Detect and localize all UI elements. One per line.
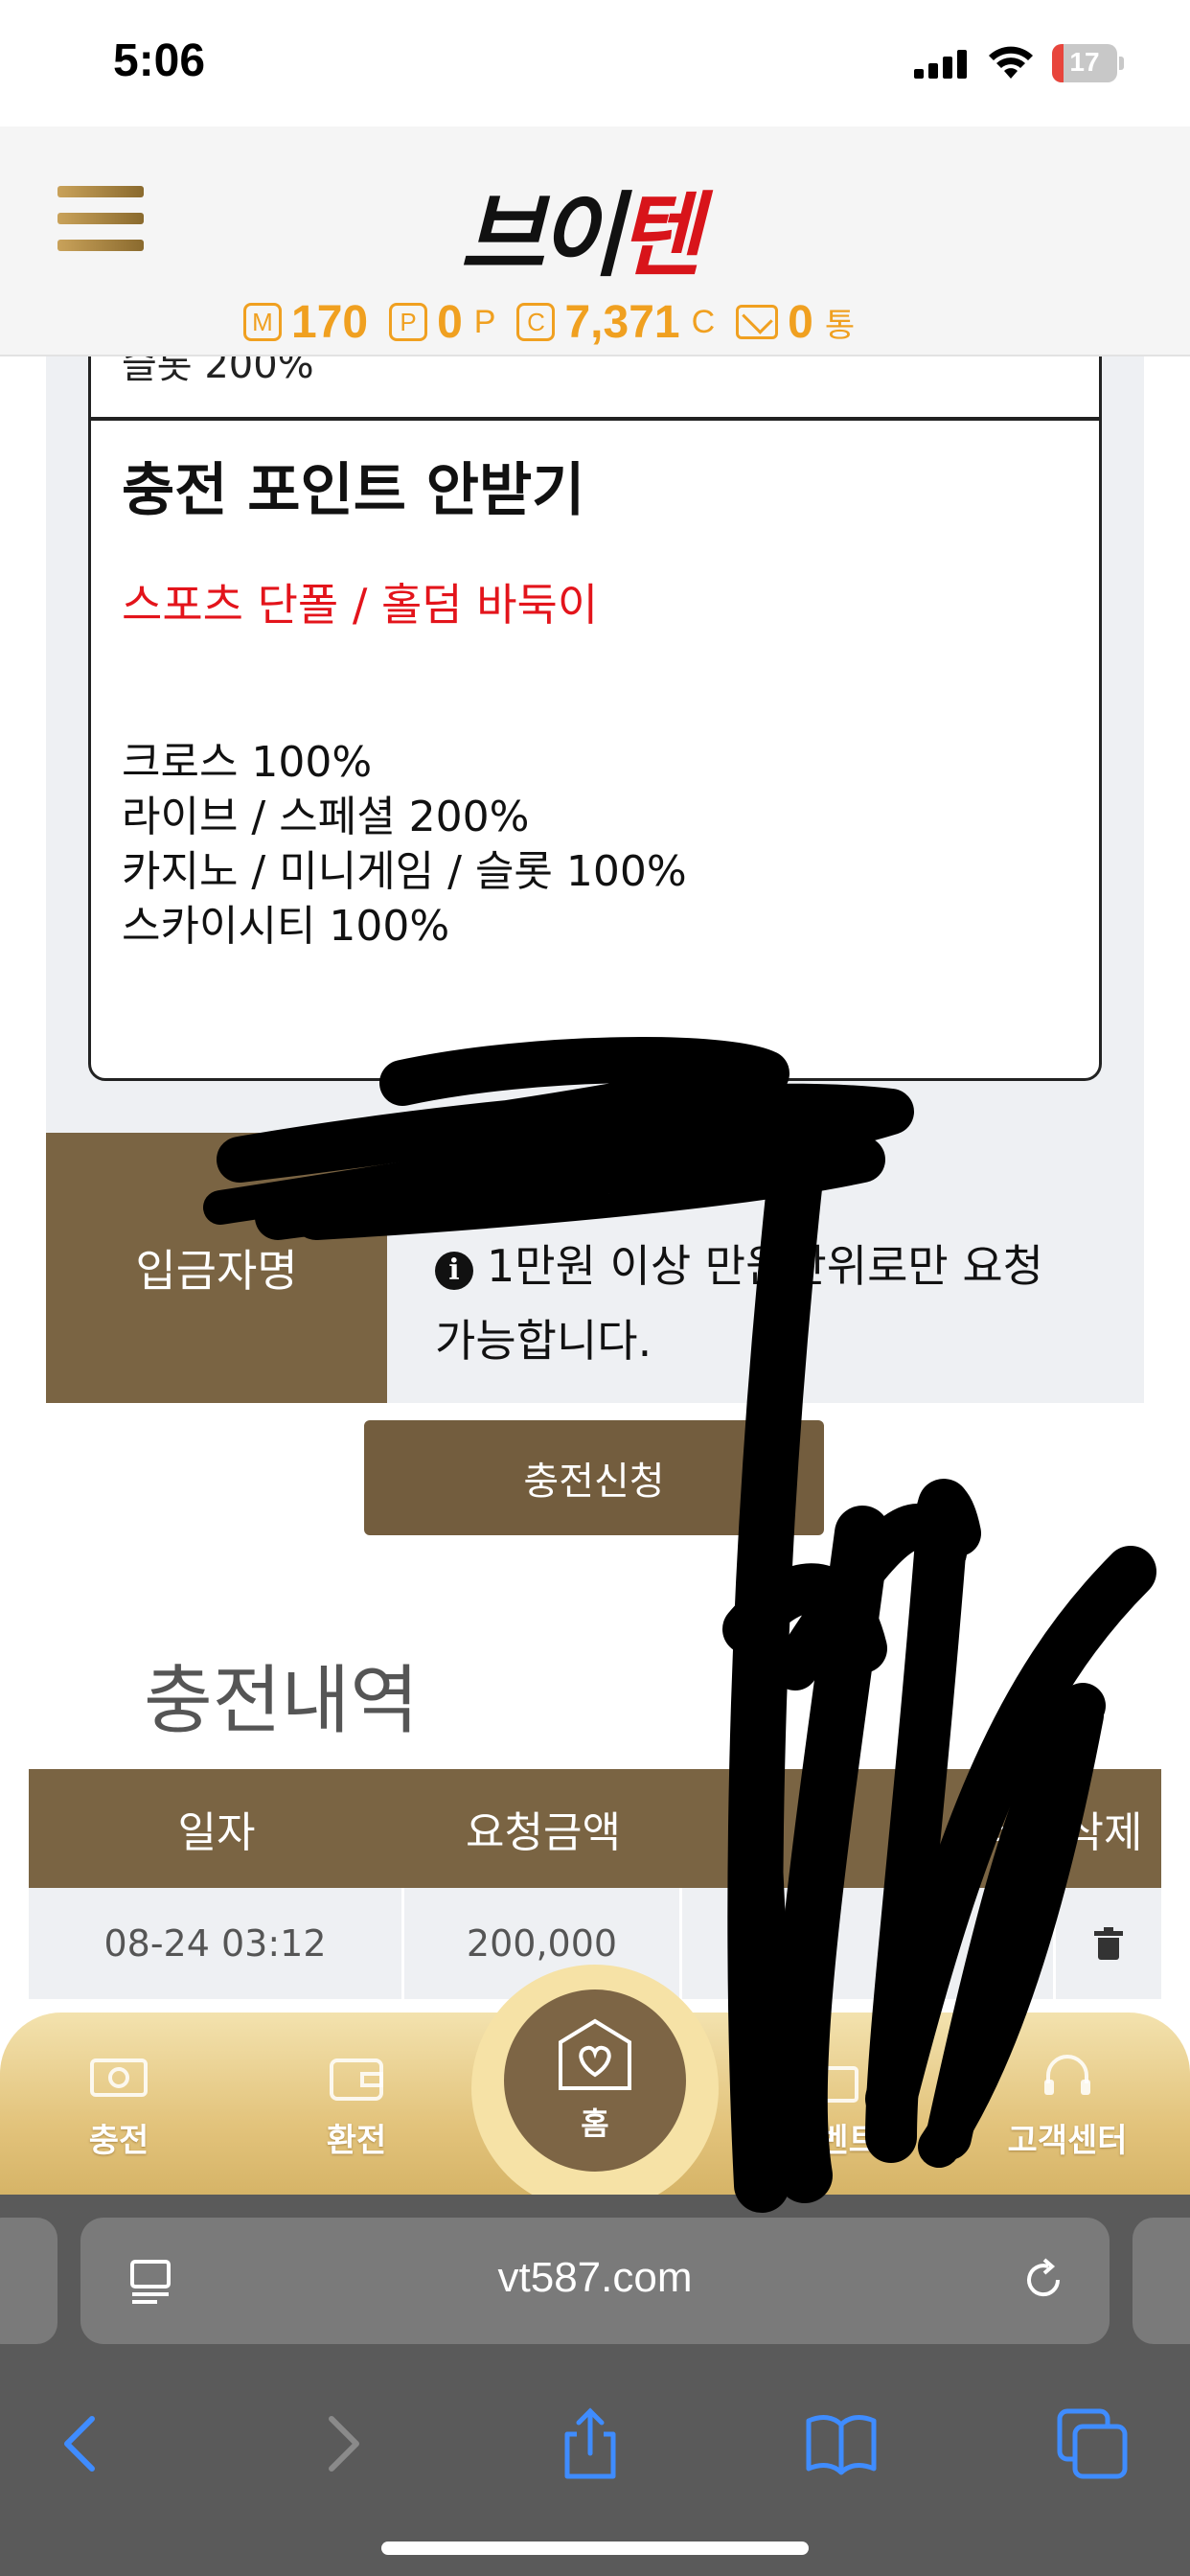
row-date: 08-24 03:12 xyxy=(29,1888,404,1999)
bonus-option-subtitle: 스포츠 단폴 / 홀덤 바둑이 xyxy=(122,579,599,631)
history-table-header: 일자 요청금액 태 삭제 xyxy=(29,1769,1161,1888)
cellular-signal-icon xyxy=(914,50,968,79)
nav-exchange[interactable]: 환전 xyxy=(280,2051,433,2175)
bonus-option-card[interactable]: 충전 포인트 안받기 스포츠 단폴 / 홀덤 바둑이 크로스 100% 라이브 … xyxy=(88,418,1102,1081)
nav-home-label: 홈 xyxy=(581,2105,609,2142)
nav-support[interactable]: 고객센터 xyxy=(991,2051,1144,2175)
point-value: 0 xyxy=(437,296,463,348)
nav-home[interactable]: 홈 xyxy=(504,1990,686,2172)
depositor-note-line1: 1만원 이상 만원단위로만 요청 xyxy=(487,1240,1043,1292)
message-unit: 통 xyxy=(824,307,856,344)
gift-icon xyxy=(803,2051,864,2104)
nav-charge[interactable]: 충전 xyxy=(42,2051,195,2175)
money-m-icon: M xyxy=(243,303,282,341)
next-tab-peek[interactable] xyxy=(1133,2218,1190,2344)
forward-icon[interactable] xyxy=(303,2405,379,2482)
row-delete[interactable] xyxy=(1056,1888,1161,1999)
hamburger-menu-icon[interactable] xyxy=(57,186,144,261)
message-value: 0 xyxy=(788,296,813,348)
url-text: vt587.com xyxy=(497,2254,693,2301)
bonus-line: 크로스 100% xyxy=(122,738,373,787)
reload-icon[interactable] xyxy=(1019,2256,1067,2304)
back-icon[interactable] xyxy=(46,2405,123,2482)
depositor-note: i 1만원 이상 만원단위로만 요청 가능합니다. xyxy=(435,1229,1125,1378)
coin-unit: C xyxy=(691,303,716,340)
site-logo[interactable]: 브이텐 xyxy=(460,161,728,289)
column-amount: 요청금액 xyxy=(466,1808,621,1857)
home-heart-icon xyxy=(559,2018,631,2090)
coin-balance: C 7,371 C xyxy=(516,296,715,349)
headset-icon xyxy=(1037,2051,1098,2104)
bonus-option-lines: 크로스 100% 라이브 / 스페셜 200% 카지노 / 미니게임 / 슬롯 … xyxy=(122,735,687,954)
site-header: 브이텐 M 170 P 0 P C 7,371 C 0 통 xyxy=(0,126,1190,356)
trash-icon[interactable] xyxy=(1094,1927,1123,1960)
status-time: 5:06 xyxy=(113,35,206,86)
column-date: 일자 xyxy=(177,1808,256,1857)
tabs-icon[interactable] xyxy=(1054,2405,1131,2482)
nav-event[interactable]: 이벤트 xyxy=(757,2051,910,2175)
money-balance: M 170 xyxy=(243,296,368,349)
battery-percent: 17 xyxy=(1069,47,1100,77)
bonus-line: 라이브 / 스페셜 200% xyxy=(122,793,530,841)
previous-tab-peek[interactable] xyxy=(0,2218,57,2344)
point-balance: P 0 P xyxy=(389,296,495,349)
nav-exchange-label: 환전 xyxy=(326,2122,387,2160)
money-icon xyxy=(88,2051,149,2104)
home-indicator xyxy=(381,2542,809,2555)
charge-request-button[interactable]: 충전신청 xyxy=(364,1420,824,1535)
money-value: 170 xyxy=(291,296,369,348)
nav-event-label: 이벤트 xyxy=(789,2122,879,2160)
coin-value: 7,371 xyxy=(564,296,680,348)
history-title: 충전내역 xyxy=(144,1658,420,1744)
battery-icon: 17 xyxy=(1052,44,1125,82)
info-icon: i xyxy=(435,1252,473,1290)
coin-c-icon: C xyxy=(516,303,556,341)
nav-charge-label: 충전 xyxy=(88,2122,149,2160)
bonus-line: 스카이시티 100% xyxy=(122,902,450,951)
message-balance[interactable]: 0 통 xyxy=(736,296,855,349)
column-status: 태 xyxy=(986,1808,1025,1857)
status-bar: 5:06 17 xyxy=(0,0,1190,126)
mail-icon xyxy=(736,305,779,339)
bonus-line: 카지노 / 미니게임 / 슬롯 100% xyxy=(122,847,687,896)
point-p-icon: P xyxy=(389,303,428,341)
depositor-note-line2: 가능합니다. xyxy=(435,1315,652,1367)
screen: { "status_bar": { "time": "5:06", "batte… xyxy=(0,0,1190,2576)
share-icon[interactable] xyxy=(552,2405,629,2482)
bookmarks-icon[interactable] xyxy=(803,2405,880,2482)
column-hidden xyxy=(682,1769,960,1888)
row-status: 인 xyxy=(682,1888,1056,1999)
depositor-label: 입금자명 xyxy=(46,1133,387,1403)
point-unit: P xyxy=(473,303,496,340)
depositor-row: 입금자명 i 1만원 이상 만원단위로만 요청 가능합니다. xyxy=(46,1133,1144,1403)
browser-toolbar: vt587.com xyxy=(0,2195,1190,2576)
bonus-option-title: 충전 포인트 안받기 xyxy=(122,457,585,524)
address-bar[interactable]: vt587.com xyxy=(80,2218,1110,2344)
wallet-icon xyxy=(326,2051,387,2104)
wifi-icon xyxy=(987,44,1035,82)
balance-bar: M 170 P 0 P C 7,371 C 0 통 xyxy=(243,295,876,349)
nav-support-label: 고객센터 xyxy=(1007,2122,1128,2160)
column-delete: 삭제 xyxy=(1064,1808,1143,1857)
